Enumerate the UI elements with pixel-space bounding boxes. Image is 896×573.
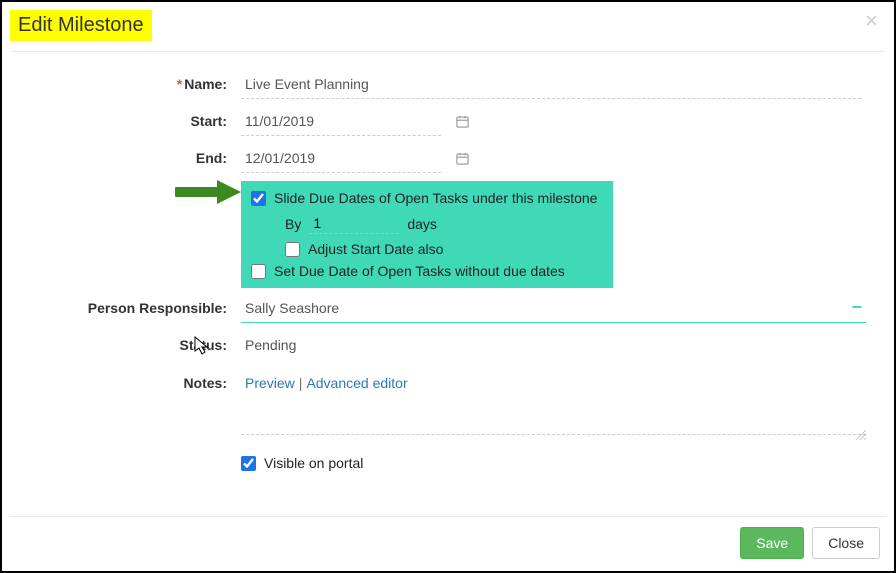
notes-advanced-editor-link[interactable]: Advanced editor	[306, 375, 407, 391]
dialog-title: Edit Milestone	[18, 14, 144, 36]
name-row: *Name:	[16, 70, 880, 99]
end-row: End:	[16, 144, 880, 173]
notes-textarea[interactable]	[241, 413, 866, 435]
close-button[interactable]: Close	[812, 527, 880, 559]
by-unit: days	[407, 216, 437, 232]
notes-links: Preview|Advanced editor	[241, 369, 880, 397]
edit-milestone-dialog: × Edit Milestone *Name: Start:	[2, 2, 894, 571]
notes-row: Notes: Preview|Advanced editor	[16, 369, 880, 438]
set-due-date-checkbox[interactable]	[251, 264, 266, 279]
visible-on-portal-label: Visible on portal	[264, 455, 363, 471]
arrow-annotation-icon	[175, 177, 245, 207]
notes-preview-link[interactable]: Preview	[245, 375, 295, 391]
by-days-input[interactable]	[309, 213, 399, 234]
slide-due-dates-label: Slide Due Dates of Open Tasks under this…	[274, 190, 597, 206]
divider	[12, 51, 884, 52]
name-input[interactable]	[241, 70, 861, 99]
calendar-icon[interactable]	[455, 151, 470, 166]
visible-on-portal-checkbox-row[interactable]: Visible on portal	[241, 452, 880, 474]
name-label: *Name:	[16, 70, 241, 98]
slide-due-dates-checkbox[interactable]	[251, 191, 266, 206]
calendar-icon[interactable]	[455, 114, 470, 129]
status-value[interactable]: Pending	[241, 331, 880, 359]
status-label: Status:	[16, 331, 241, 359]
visible-on-portal-row: Visible on portal	[241, 452, 880, 474]
visible-on-portal-checkbox[interactable]	[241, 456, 256, 471]
person-row: Person Responsible: −	[16, 294, 880, 323]
required-mark: *	[177, 76, 182, 92]
adjust-start-date-row[interactable]: Adjust Start Date also	[251, 238, 597, 260]
end-date-input[interactable]	[241, 144, 441, 173]
remove-person-icon[interactable]: −	[851, 298, 862, 316]
adjust-start-date-label: Adjust Start Date also	[308, 241, 443, 257]
adjust-start-date-checkbox[interactable]	[285, 242, 300, 257]
status-row: Status: Pending	[16, 331, 880, 359]
end-label: End:	[16, 144, 241, 172]
save-button[interactable]: Save	[740, 527, 804, 559]
by-label: By	[285, 216, 301, 232]
start-date-input[interactable]	[241, 107, 441, 136]
person-label: Person Responsible:	[16, 294, 241, 322]
resize-grip-icon[interactable]	[856, 430, 866, 440]
person-responsible-input[interactable]	[241, 294, 866, 323]
dialog-footer: Save Close	[10, 516, 886, 563]
slide-dates-block: Slide Due Dates of Open Tasks under this…	[241, 181, 880, 288]
slide-due-dates-checkbox-row[interactable]: Slide Due Dates of Open Tasks under this…	[251, 187, 597, 209]
dialog-title-highlight: Edit Milestone	[10, 10, 152, 41]
close-icon[interactable]: ×	[865, 10, 878, 32]
start-row: Start:	[16, 107, 880, 136]
set-due-date-row[interactable]: Set Due Date of Open Tasks without due d…	[251, 260, 597, 282]
notes-label: Notes:	[16, 369, 241, 397]
start-label: Start:	[16, 107, 241, 135]
by-days-row: By days	[251, 209, 597, 238]
set-due-date-label: Set Due Date of Open Tasks without due d…	[274, 263, 565, 279]
